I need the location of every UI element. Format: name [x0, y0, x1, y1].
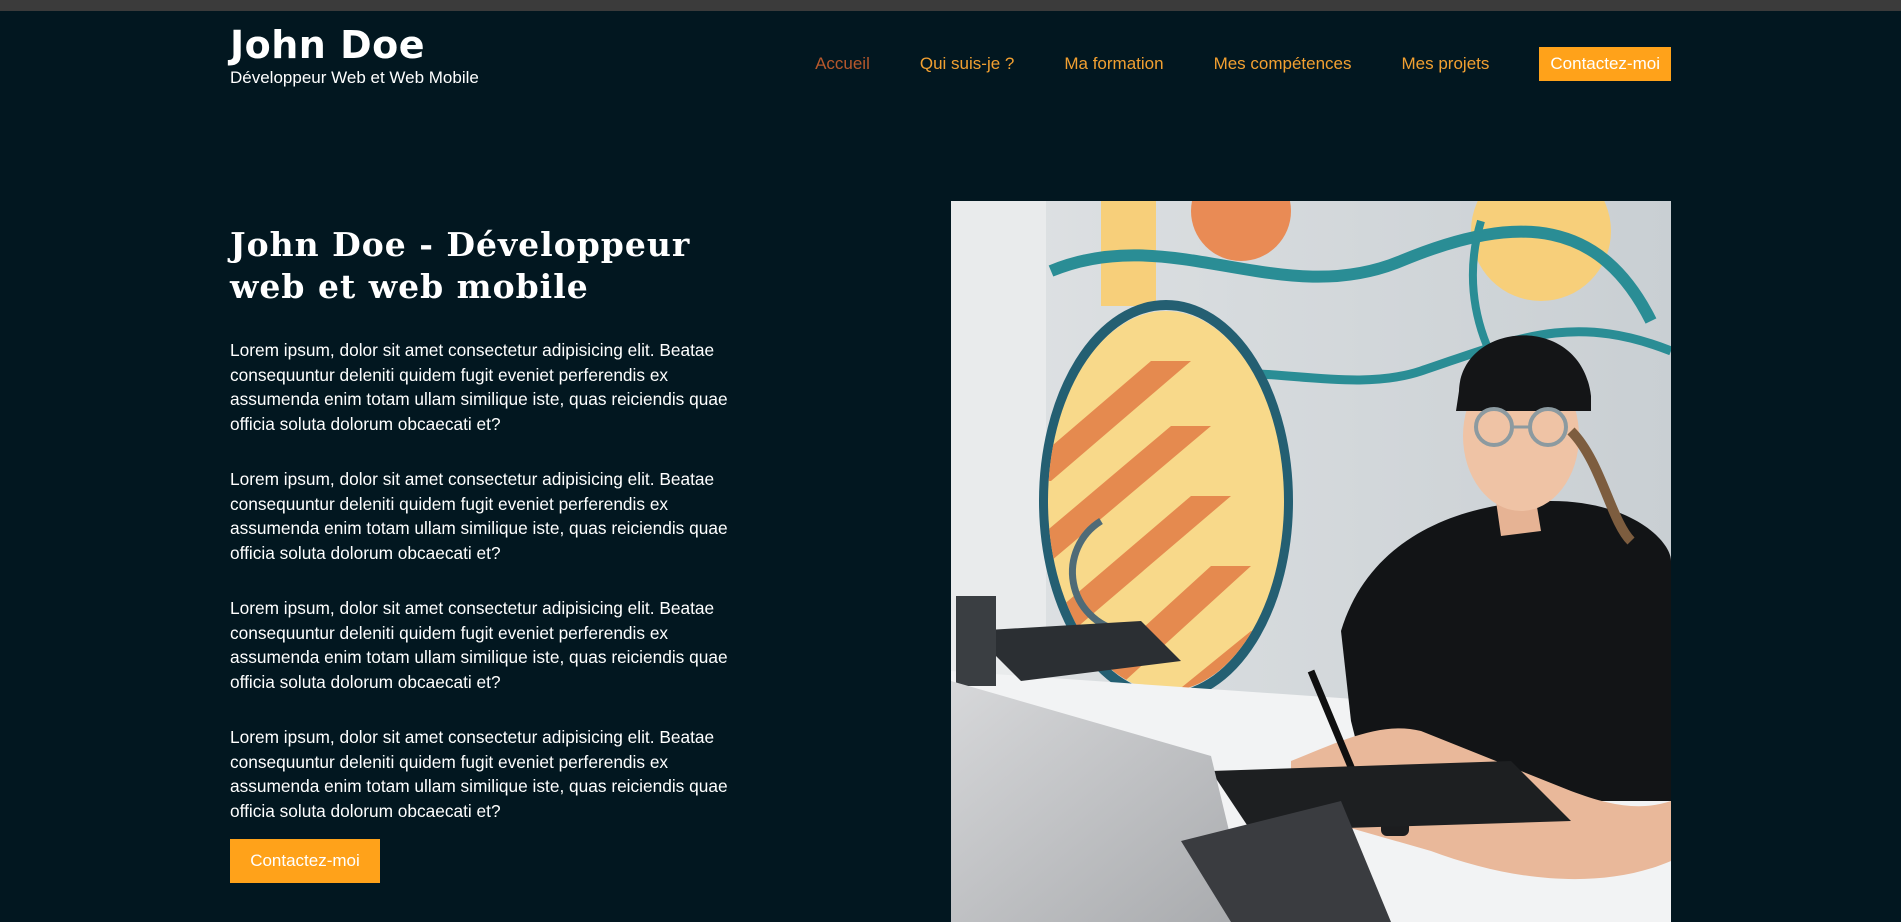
hero-paragraphs: Lorem ipsum, dolor sit amet consectetur … — [230, 338, 730, 854]
nav-contact-button[interactable]: Contactez-moi — [1539, 47, 1671, 81]
nav-link-mes-projets[interactable]: Mes projets — [1402, 53, 1490, 75]
nav-link-accueil[interactable]: Accueil — [815, 53, 870, 75]
nav-link-mes-competences[interactable]: Mes compétences — [1214, 53, 1352, 75]
hero-paragraph: Lorem ipsum, dolor sit amet consectetur … — [230, 727, 728, 821]
browser-top-strip — [0, 0, 1901, 11]
nav-link-ma-formation[interactable]: Ma formation — [1064, 53, 1163, 75]
hero-paragraph: Lorem ipsum, dolor sit amet consectetur … — [230, 598, 728, 692]
brand-name: John Doe — [230, 23, 426, 67]
hero-paragraph: Lorem ipsum, dolor sit amet consectetur … — [230, 340, 728, 434]
hero-contact-button[interactable]: Contactez-moi — [230, 839, 380, 883]
hero-paragraph: Lorem ipsum, dolor sit amet consectetur … — [230, 469, 728, 563]
hero-photo — [951, 201, 1671, 922]
brand-tagline: Développeur Web et Web Mobile — [230, 68, 479, 87]
hero-title: John Doe - Développeur web et web mobile — [230, 225, 691, 306]
brand[interactable]: John Doe Développeur Web et Web Mobile — [230, 22, 479, 89]
main-nav: Accueil Qui suis-je ? Ma formation Mes c… — [815, 47, 1671, 81]
nav-link-qui-suis-je[interactable]: Qui suis-je ? — [920, 53, 1014, 75]
